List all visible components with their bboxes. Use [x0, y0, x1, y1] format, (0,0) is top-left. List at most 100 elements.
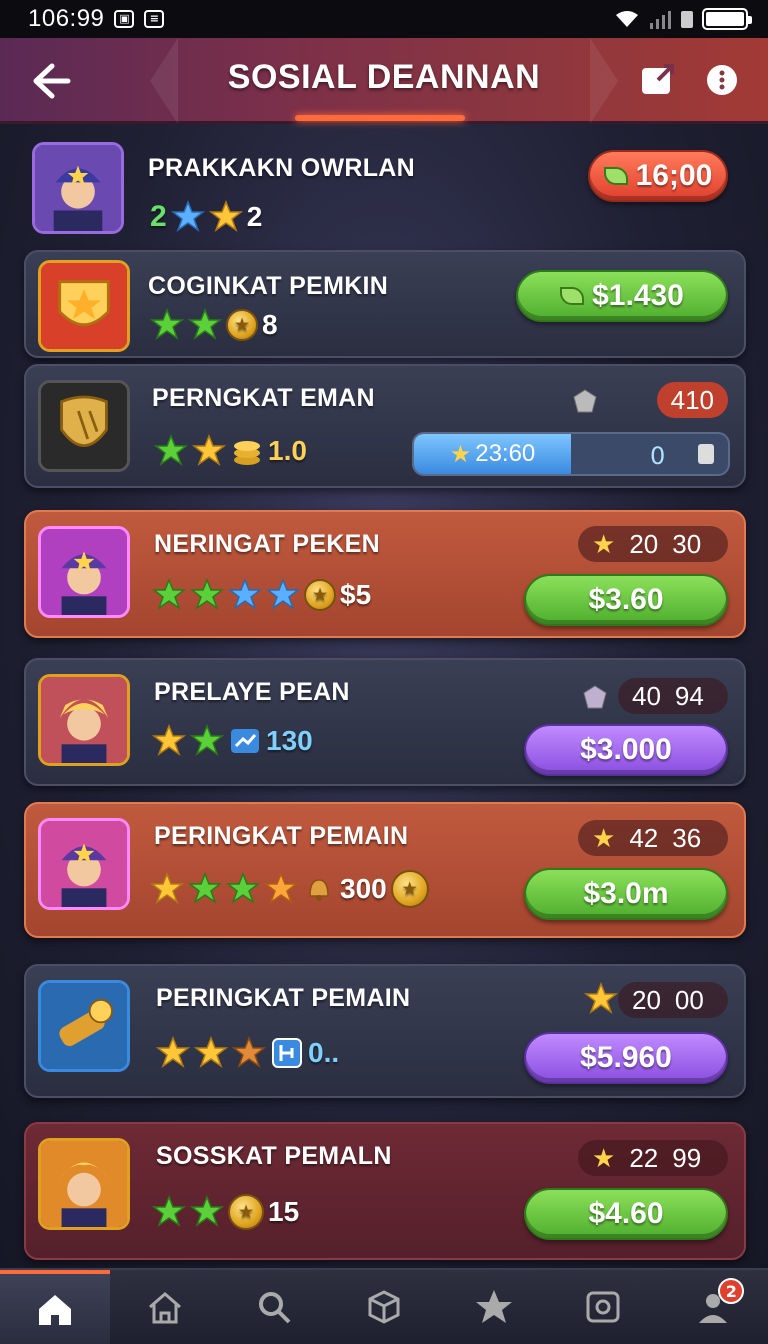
- list-item[interactable]: NERINGAT PEKEN ★ $5 ★ 20 30 $3.60: [24, 510, 746, 638]
- gem-icon: [583, 685, 607, 709]
- progress-label: 23:60: [475, 440, 536, 467]
- list-item[interactable]: PRAKKAKN OWRLAN 2 2 16;00: [24, 136, 746, 240]
- rating-row: ★ $5: [152, 578, 371, 612]
- lock-icon: [698, 444, 714, 464]
- stat-badge: ★ 22 99: [578, 1140, 728, 1176]
- price-button[interactable]: $3.000: [524, 724, 728, 776]
- star-icon: [188, 872, 222, 904]
- rating-value: 8: [262, 309, 278, 340]
- player-name: PERINGKAT PEMAIN: [156, 984, 411, 1012]
- tab-box[interactable]: [329, 1270, 439, 1344]
- star-icon: [228, 578, 262, 610]
- price-button[interactable]: 16;00: [588, 150, 728, 202]
- stat-badge: 410: [656, 382, 728, 418]
- tab-camera[interactable]: [549, 1270, 659, 1344]
- star-icon: ★: [592, 1142, 616, 1173]
- star-icon: [152, 578, 186, 610]
- stat-value-b: 36: [672, 822, 702, 853]
- list-item[interactable]: PRELAYE PEAN 130 40 94 $3.000: [24, 658, 746, 786]
- star-icon: ★: [592, 528, 616, 559]
- price-label: $3.000: [580, 733, 672, 766]
- search-icon: [259, 1292, 291, 1324]
- star-icon: [152, 724, 186, 756]
- price-button[interactable]: $4.60: [524, 1188, 728, 1240]
- rating-value: $5: [340, 579, 372, 610]
- home-icon: [38, 1295, 71, 1325]
- progress-value: 0: [650, 442, 666, 470]
- stat-badge: 20 00: [618, 982, 728, 1018]
- stat-badge: ★ 20 30: [578, 526, 728, 562]
- camera-icon: [586, 1291, 620, 1323]
- player-name: PERINGKAT PEMAIN: [154, 822, 409, 850]
- rating-value: 15: [268, 1196, 300, 1227]
- tab-home-outline[interactable]: [110, 1270, 220, 1344]
- price-button[interactable]: $5.960: [524, 1032, 728, 1084]
- star-icon: [194, 1036, 228, 1068]
- more-options-icon[interactable]: [700, 58, 744, 102]
- bottom-nav: 2: [0, 1268, 768, 1344]
- stat-value-b: 99: [672, 1142, 702, 1173]
- sim-icon: [681, 11, 693, 28]
- message-icon: ≡: [144, 10, 165, 28]
- player-name: NERINGAT PEKEN: [154, 530, 380, 558]
- rating-value: 130: [266, 725, 313, 756]
- rating-row: ★ 15: [152, 1194, 299, 1230]
- stat-value-a: 42: [629, 822, 659, 853]
- wifi-icon: [616, 11, 638, 27]
- rating-row: 300 ★: [150, 870, 429, 908]
- trend-icon: [231, 729, 259, 753]
- stat-value-a: 20: [632, 984, 661, 1015]
- star-icon: [190, 1195, 224, 1227]
- player-name: PERNGKAT EMAN: [152, 384, 375, 412]
- player-name: PRELAYE PEAN: [154, 678, 350, 706]
- rating-value: 2: [246, 201, 263, 232]
- price-button[interactable]: $3.60: [524, 574, 728, 626]
- box-icon: [368, 1290, 400, 1324]
- gem-icon: [573, 389, 597, 413]
- tab-search[interactable]: [219, 1270, 329, 1344]
- list-item[interactable]: COGINKAT PEMKIN ★ 8 $1.430: [24, 250, 746, 358]
- stat-value-b: 30: [672, 528, 702, 559]
- rating-value: 0..: [308, 1037, 340, 1068]
- leaf-icon: [603, 167, 628, 185]
- list-item[interactable]: PERINGKAT PEMAIN 300 ★ ★ 42 36 $3.0m: [24, 802, 746, 938]
- title-underline: [295, 115, 465, 121]
- stat-value-b: 94: [674, 680, 704, 711]
- stat-badge: 40 94: [618, 678, 728, 714]
- star-icon: [264, 872, 298, 904]
- rating-row: 0..: [156, 1036, 339, 1070]
- notification-icon: ▣: [114, 10, 135, 28]
- rank-number-icon: 2: [150, 200, 167, 233]
- tab-profile[interactable]: 2: [658, 1270, 768, 1344]
- price-button[interactable]: $1.430: [516, 270, 728, 322]
- coin-icon: ★: [226, 309, 258, 341]
- price-label: $1.430: [592, 279, 684, 312]
- player-avatar: [38, 1138, 130, 1230]
- share-icon[interactable]: [636, 58, 680, 102]
- star-icon: [150, 308, 184, 340]
- coin-stack-icon: [234, 441, 260, 465]
- price-button[interactable]: $3.0m: [524, 868, 728, 920]
- signal-icon: [650, 11, 671, 29]
- rating-row: 2 2: [150, 200, 262, 234]
- list-item[interactable]: SOSSKAT PEMALN ★ 15 ★ 22 99 $4.60: [24, 1122, 746, 1260]
- player-avatar: [38, 260, 130, 352]
- stat-value: 410: [670, 384, 714, 415]
- list-item[interactable]: PERINGKAT PEMAIN 0.. 20 00 $5.960: [24, 964, 746, 1098]
- notification-badge: 2: [718, 1278, 745, 1304]
- status-bar: 106:99 ▣ ≡: [0, 0, 768, 38]
- star-icon: [170, 200, 205, 232]
- player-name: PRAKKAKN OWRLAN: [148, 154, 415, 182]
- star-icon: [475, 1290, 512, 1323]
- battery-icon: [702, 8, 752, 30]
- tab-star[interactable]: [439, 1270, 549, 1344]
- tab-home[interactable]: [0, 1270, 110, 1344]
- player-avatar: [38, 980, 130, 1072]
- list-item[interactable]: PERNGKAT EMAN 1.0 410 ★ 23:60 0: [24, 364, 746, 488]
- player-name: SOSSKAT PEMALN: [156, 1142, 392, 1170]
- player-avatar: [38, 380, 130, 472]
- star-icon: [208, 200, 243, 232]
- status-time: 106:99: [28, 5, 105, 32]
- player-avatar: [38, 526, 130, 618]
- star-icon: [266, 578, 300, 610]
